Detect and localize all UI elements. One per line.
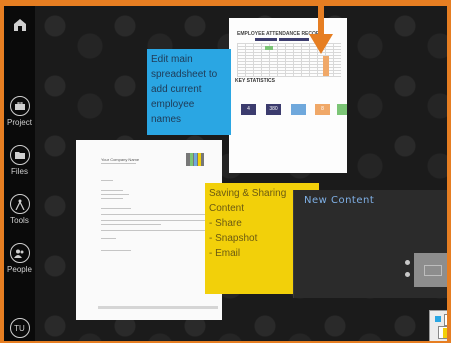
compass-icon	[9, 194, 30, 214]
text-line	[101, 238, 116, 239]
avatar-initials: TU	[14, 323, 25, 333]
arrow-head[interactable]	[309, 34, 333, 54]
sidebar-item-project[interactable]: Project	[6, 96, 33, 127]
minimap-blue-item	[435, 316, 441, 322]
header-bar	[279, 38, 309, 41]
text-line	[101, 198, 123, 199]
header-bar	[255, 38, 277, 41]
kpi-tile	[291, 104, 306, 115]
new-content-title: New Content	[304, 195, 375, 206]
avatar: TU	[9, 318, 30, 338]
text-line	[101, 250, 131, 251]
new-content-panel[interactable]: New Content	[293, 190, 447, 298]
sidebar-item-files[interactable]: Files	[6, 145, 33, 176]
sidebar-item-label: People	[7, 265, 32, 274]
text-line	[101, 214, 213, 215]
text-line	[101, 190, 123, 191]
folder-icon	[9, 145, 30, 165]
sidebar-item-label: Tools	[10, 216, 29, 225]
kpi-tile: 380	[266, 104, 281, 115]
highlight-cell	[265, 46, 273, 50]
logo-stripe	[198, 153, 201, 166]
logo-stripe	[194, 153, 197, 166]
panel-dot[interactable]	[405, 260, 410, 265]
home-icon	[13, 19, 26, 31]
sidebar-item-label: Files	[11, 167, 28, 176]
minimap[interactable]	[429, 310, 447, 341]
text-line	[101, 220, 213, 221]
people-icon	[9, 243, 30, 263]
app-window: EMPLOYEE ATTENDANCE RECORD KEY STATISTIC…	[4, 6, 447, 341]
text-line	[101, 230, 213, 231]
text-line	[101, 194, 129, 195]
logo-stripe	[190, 153, 193, 166]
sticky-note-blue[interactable]: Edit main spreadsheet to add current emp…	[147, 49, 231, 135]
kpi-tile	[337, 104, 347, 115]
screen-icon	[424, 265, 442, 276]
sidebar-item-tools[interactable]: Tools	[6, 194, 33, 225]
sidebar: Project Files Tools People TU	[4, 6, 35, 341]
kpi-tile: 8	[315, 104, 330, 115]
minimap-yellow-item	[443, 328, 447, 338]
minimap-doc	[444, 314, 447, 326]
footer-bar	[98, 306, 218, 309]
kpi-title: KEY STATISTICS	[235, 78, 276, 84]
sidebar-item-label: Project	[7, 118, 32, 127]
letter-document[interactable]: Your Company Name	[76, 140, 222, 320]
sidebar-item-people[interactable]: People	[6, 243, 33, 274]
home-button[interactable]	[6, 18, 33, 32]
letter-heading: Your Company Name	[101, 157, 140, 162]
user-avatar-button[interactable]: TU	[6, 318, 33, 340]
screen-placeholder	[414, 253, 447, 287]
text-line	[101, 180, 113, 181]
sticky-note-text: Edit main spreadsheet to add current emp…	[151, 54, 218, 125]
panel-dot[interactable]	[405, 272, 410, 277]
text-line	[101, 208, 131, 209]
briefcase-icon	[9, 96, 30, 116]
kpi-tile: 4	[241, 104, 256, 115]
text-line	[101, 163, 136, 164]
text-line	[101, 224, 161, 225]
highlight-column	[323, 56, 329, 76]
